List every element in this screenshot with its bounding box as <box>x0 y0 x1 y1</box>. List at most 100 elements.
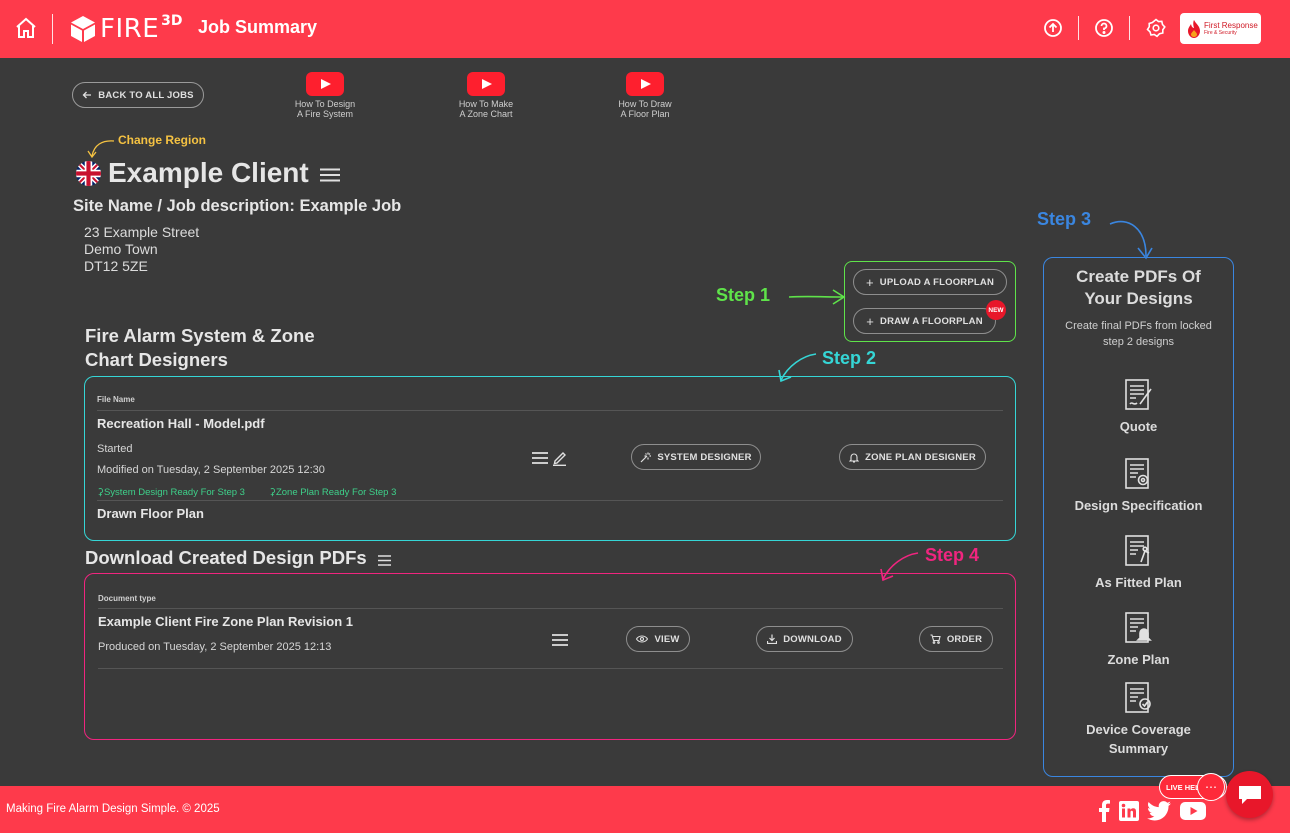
client-menu-icon[interactable] <box>320 168 340 182</box>
create-pdfs-subtitle: Create final PDFs from locked step 2 des… <box>1043 318 1234 350</box>
plus-icon: + <box>866 313 875 329</box>
draw-floorplan-button[interactable]: + DRAW A FLOORPLAN <box>853 308 996 334</box>
fire3d-logo[interactable]: FIRE 3D <box>70 13 183 44</box>
twitter-icon[interactable] <box>1147 800 1171 822</box>
zone-plan-label: Zone Plan <box>1107 652 1170 667</box>
unlock-icon: ⚳ <box>97 487 104 498</box>
chat-button[interactable] <box>1226 771 1273 818</box>
new-badge: NEW <box>986 300 1006 320</box>
order-button[interactable]: ORDER <box>919 626 993 652</box>
download-icon <box>767 634 778 644</box>
upload-floorplan-button[interactable]: + UPLOAD A FLOORPLAN <box>853 269 1007 295</box>
system-designer-button[interactable]: SYSTEM DESIGNER <box>631 444 761 470</box>
chat-bubble-icon <box>1238 785 1261 804</box>
step-1-label: Step 1 <box>716 285 771 305</box>
video-label-line2: A Floor Plan <box>620 109 670 119</box>
device-coverage-label-line2: Summary <box>1108 741 1169 756</box>
bell-icon <box>849 453 860 463</box>
flame-icon <box>1188 19 1200 38</box>
drawn-floor-plan-heading: Drawn Floor Plan <box>97 506 204 521</box>
document-menu-icon[interactable] <box>552 634 568 646</box>
file-menu-icon[interactable] <box>532 452 548 464</box>
as-fitted-plan-label: As Fitted Plan <box>1095 575 1182 590</box>
quote-pdf-item[interactable]: Quote <box>1043 379 1234 436</box>
view-label: VIEW <box>654 633 680 645</box>
video-label: How To Make A Zone Chart <box>441 99 531 119</box>
step-4-downloads-box <box>84 573 1016 740</box>
table-divider <box>97 500 1003 501</box>
as-fitted-doc-icon <box>1124 535 1149 566</box>
quote-label: Quote <box>1119 419 1158 434</box>
design-specification-label: Design Specification <box>1074 498 1203 513</box>
device-coverage-summary-pdf-item[interactable]: Device Coverage Summary <box>1043 682 1234 758</box>
video-label-line1: How To Draw <box>618 99 672 109</box>
designers-title-line1: Fire Alarm System & Zone <box>85 325 315 346</box>
help-circle-icon[interactable] <box>1094 18 1114 38</box>
edit-pencil-icon[interactable] <box>552 450 567 466</box>
create-pdfs-subtitle-line1: Create final PDFs from locked <box>1065 320 1212 332</box>
unlock-icon: ⚳ <box>269 487 276 498</box>
downloads-menu-icon[interactable] <box>378 555 391 566</box>
footer: Making Fire Alarm Design Simple. © 2025 <box>0 786 1290 833</box>
more-dots-icon[interactable]: ⋯ <box>1197 773 1225 801</box>
system-design-ready-badge: ⚳System Design Ready For Step 3 <box>97 487 245 498</box>
client-name: Example Client <box>108 157 309 188</box>
download-label: DOWNLOAD <box>783 633 842 645</box>
create-pdfs-title-line2: Your Designs <box>1084 289 1193 308</box>
facebook-icon[interactable] <box>1097 800 1111 822</box>
settings-badge-icon[interactable] <box>1146 18 1166 38</box>
video-label-line2: A Fire System <box>296 109 353 119</box>
step-1-arrow-icon <box>788 289 846 305</box>
downloads-section-title: Download Created Design PDFs <box>85 547 367 568</box>
magic-wand-icon <box>640 452 652 462</box>
download-button[interactable]: DOWNLOAD <box>756 626 853 652</box>
address-line: 23 Example Street <box>84 224 200 240</box>
create-pdfs-title-line1: Create PDFs Of <box>1076 267 1201 286</box>
coverage-doc-icon <box>1124 682 1151 713</box>
site-name: Site Name / Job description: Example Job <box>73 197 402 215</box>
zone-plan-ready-badge: ⚳Zone Plan Ready For Step 3 <box>269 487 396 498</box>
youtube-play-icon <box>626 72 664 96</box>
logo-superscript: 3D <box>161 13 183 29</box>
company-name: First Response Fire & Security <box>1204 21 1258 36</box>
file-status: Started <box>97 443 133 455</box>
uk-flag-icon[interactable] <box>76 161 101 186</box>
header-separator <box>1078 16 1079 40</box>
document-name: Example Client Fire Zone Plan Revision 1 <box>98 614 354 629</box>
video-label-line2: A Zone Chart <box>459 109 513 119</box>
video-how-to-draw-floor-plan[interactable]: How To Draw A Floor Plan <box>600 72 690 119</box>
system-designer-label: SYSTEM DESIGNER <box>657 451 752 463</box>
draw-floorplan-label: DRAW A FLOORPLAN <box>880 315 983 327</box>
upload-floorplan-label: UPLOAD A FLOORPLAN <box>879 276 995 288</box>
designers-title-line2: Chart Designers <box>85 349 228 370</box>
company-logo[interactable]: First Response Fire & Security <box>1180 13 1261 44</box>
linkedin-icon[interactable] <box>1119 800 1139 822</box>
file-modified-date: Modified on Tuesday, 2 September 2025 12… <box>97 464 325 476</box>
design-specification-pdf-item[interactable]: Design Specification <box>1043 458 1234 515</box>
create-pdfs-subtitle-line2: step 2 designs <box>1103 336 1174 348</box>
zone-plan-pdf-item[interactable]: Zone Plan <box>1043 612 1234 669</box>
create-pdfs-title: Create PDFs Of Your Designs <box>1043 266 1234 310</box>
logo-text: FIRE <box>100 14 160 44</box>
header-divider <box>52 14 53 44</box>
zone-plan-designer-button[interactable]: ZONE PLAN DESIGNER <box>839 444 986 470</box>
step-4-label: Step 4 <box>925 545 980 565</box>
video-how-to-design-fire-system[interactable]: How To Design A Fire System <box>280 72 370 119</box>
top-header: FIRE 3D Job Summary First Response Fire … <box>0 0 1290 58</box>
view-button[interactable]: VIEW <box>626 626 690 652</box>
device-coverage-label-line1: Device Coverage <box>1086 722 1191 737</box>
youtube-icon[interactable] <box>1180 800 1206 822</box>
home-icon[interactable] <box>14 16 38 40</box>
upload-circle-icon[interactable] <box>1043 18 1063 38</box>
video-label: How To Design A Fire System <box>280 99 370 119</box>
as-fitted-plan-pdf-item[interactable]: As Fitted Plan <box>1043 535 1234 592</box>
change-region-link[interactable]: Change Region <box>118 133 206 147</box>
back-label: BACK TO ALL JOBS <box>98 89 194 101</box>
design-spec-doc-icon <box>1124 458 1149 489</box>
order-label: ORDER <box>946 633 983 645</box>
company-name-main: First Response <box>1204 21 1258 30</box>
cart-icon <box>930 634 941 644</box>
eye-icon <box>636 635 649 643</box>
video-how-to-make-zone-chart[interactable]: How To Make A Zone Chart <box>441 72 531 119</box>
back-to-all-jobs-button[interactable]: BACK TO ALL JOBS <box>72 82 204 108</box>
